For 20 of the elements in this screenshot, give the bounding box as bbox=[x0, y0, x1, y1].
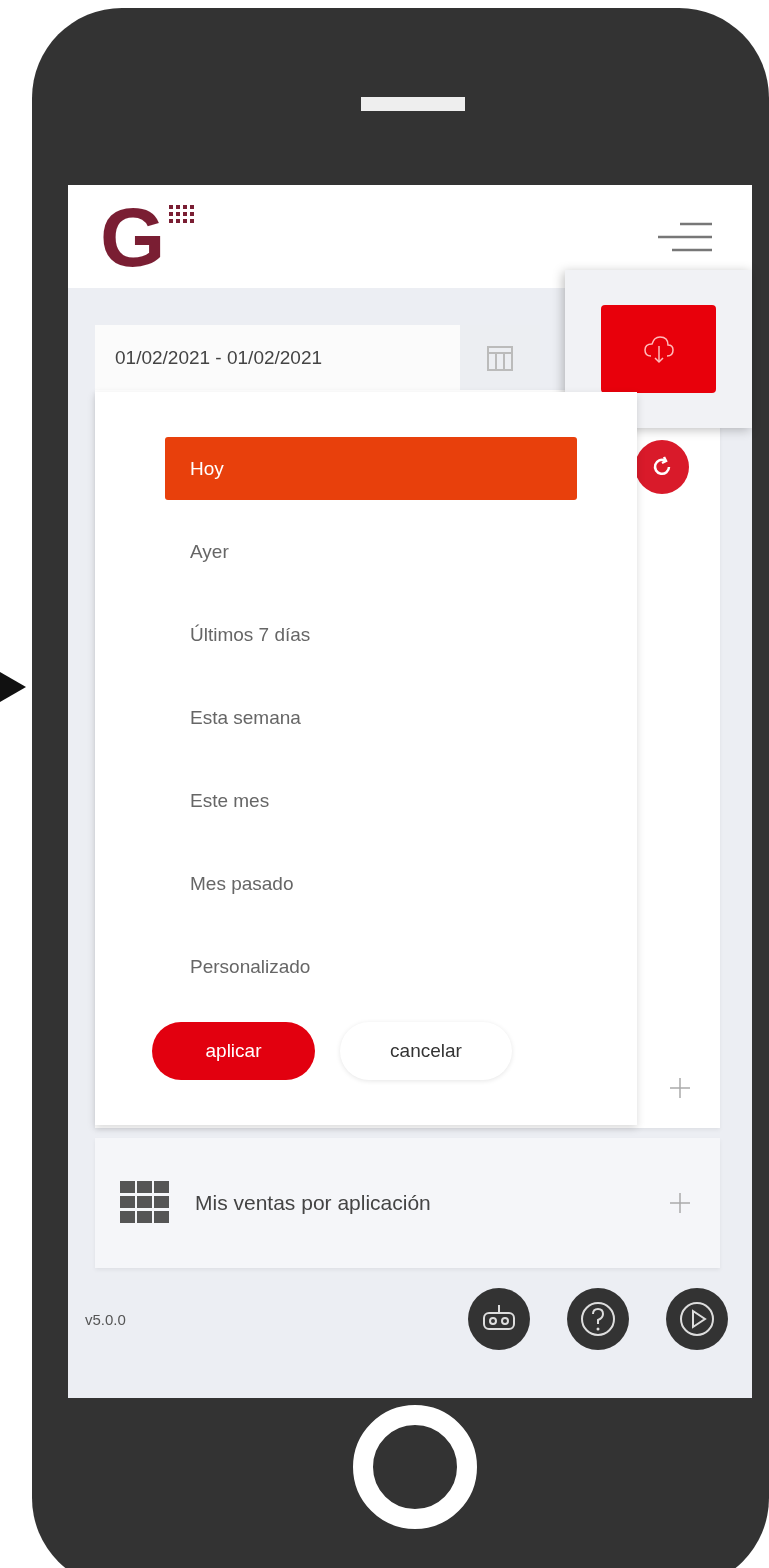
section-row[interactable]: Mis ventas por aplicación bbox=[95, 1138, 720, 1268]
date-preset-option[interactable]: Personalizado bbox=[165, 935, 577, 998]
help-icon bbox=[578, 1299, 618, 1339]
section-title: Mis ventas por aplicación bbox=[195, 1191, 432, 1215]
cancel-button[interactable]: cancelar bbox=[340, 1022, 512, 1080]
apply-button[interactable]: aplicar bbox=[152, 1022, 315, 1080]
date-preset-option[interactable]: Últimos 7 días bbox=[165, 603, 577, 666]
play-icon bbox=[677, 1299, 717, 1339]
pointer-arrow-icon bbox=[0, 672, 26, 702]
date-preset-option[interactable]: Este mes bbox=[165, 769, 577, 832]
date-preset-option[interactable]: Hoy bbox=[165, 437, 577, 500]
grid-icon bbox=[120, 1181, 170, 1225]
version-label: v5.0.0 bbox=[85, 1310, 126, 1328]
date-preset-option[interactable]: Esta semana bbox=[165, 686, 577, 749]
menu-icon[interactable] bbox=[658, 220, 712, 253]
date-preset-option[interactable]: Ayer bbox=[165, 520, 577, 583]
logo-letter: G bbox=[100, 194, 166, 279]
date-preset-option[interactable]: Mes pasado bbox=[165, 852, 577, 915]
date-range-field[interactable]: 01/02/2021 - 01/02/2021 bbox=[95, 325, 460, 390]
calendar-icon bbox=[486, 343, 514, 372]
